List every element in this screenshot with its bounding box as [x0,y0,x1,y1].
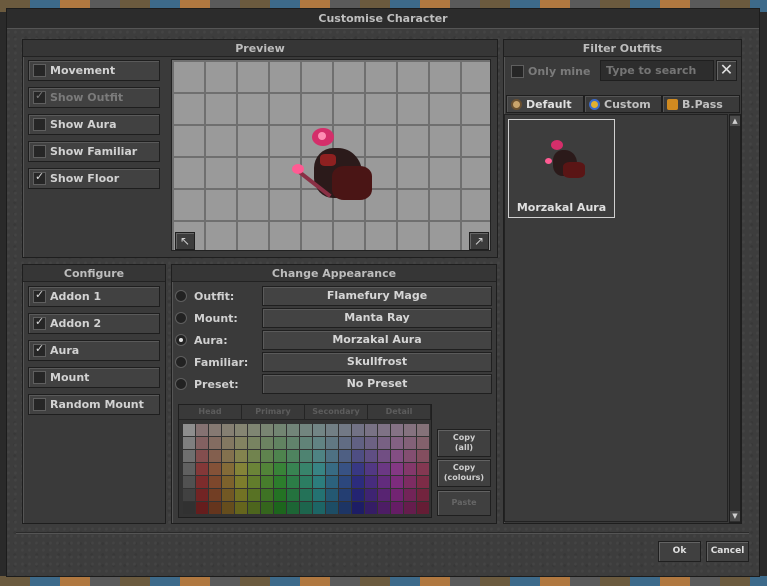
copy-all-label-line1: Copy [452,433,476,442]
preview-option-show-familiar[interactable]: Show Familiar [28,141,160,162]
copy-all-label-line2: (all) [454,443,474,452]
tab-custom[interactable]: Custom [584,95,662,113]
scroll-down-icon[interactable]: ▼ [730,511,740,521]
checkbox-icon [33,64,46,77]
radio-button[interactable] [175,334,187,346]
outfit-card-name: Morzakal Aura [516,201,607,214]
only-mine-checkbox[interactable]: Only mine [507,61,597,82]
checkbox-icon [33,371,46,384]
preview-option-label: Show Aura [50,118,117,131]
preview-option-label: Show Familiar [50,145,138,158]
palette-tab-head[interactable]: Head [179,405,242,420]
appearance-row-aura: Aura: Morzakal Aura [175,330,495,350]
radio-button[interactable] [175,378,187,390]
checkbox-icon [33,89,46,104]
copy-all-button[interactable]: Copy (all) [437,429,491,457]
appearance-label: Outfit: [194,289,235,303]
scroll-up-icon[interactable]: ▲ [730,116,740,126]
window-title: Customise Character [7,9,759,29]
tab-default[interactable]: Default [506,95,584,113]
preview-title: Preview [23,40,497,57]
tab-bpass[interactable]: B.Pass [662,95,740,113]
appearance-label: Familiar: [194,355,249,369]
palette-tab-secondary[interactable]: Secondary [305,405,368,420]
tab-default-label: Default [526,97,572,111]
configure-option-addon-2[interactable]: Addon 2 [28,313,160,334]
appearance-value-button[interactable]: Manta Ray [262,308,492,328]
configure-option-label: Addon 2 [50,317,102,330]
palette-tab-primary[interactable]: Primary [242,405,305,420]
checkbox-icon [33,170,46,185]
tab-bpass-label: B.Pass [682,97,723,111]
configure-option-label: Addon 1 [50,290,102,303]
appearance-value-button[interactable]: Morzakal Aura [262,330,492,350]
change-appearance-title: Change Appearance [172,265,496,282]
copy-colours-label-line2: (colours) [443,473,485,482]
copy-colours-button[interactable]: Copy (colours) [437,459,491,487]
appearance-row-mount: Mount: Manta Ray [175,308,495,328]
checkbox-icon [33,342,46,357]
checkbox-icon [33,315,46,330]
only-mine-box [511,65,524,78]
configure-title: Configure [23,265,165,282]
checkbox-icon [33,288,46,303]
filter-outfits-title: Filter Outfits [504,40,741,57]
configure-option-addon-1[interactable]: Addon 1 [28,286,160,307]
configure-option-label: Aura [50,344,80,357]
appearance-row-outfit: Outfit: Flamefury Mage [175,286,495,306]
clear-search-button[interactable]: ✕ [716,60,737,81]
preview-option-show-aura[interactable]: Show Aura [28,114,160,135]
outfit-search-input[interactable] [600,60,714,81]
appearance-label: Aura: [194,333,228,347]
preview-option-movement[interactable]: Movement [28,60,160,81]
outfit-list-scrollbar[interactable]: ▲ ▼ [729,114,741,523]
cancel-button[interactable]: Cancel [706,541,749,562]
preview-option-show-floor[interactable]: Show Floor [28,168,160,189]
rotate-left-button[interactable]: ↖ [175,232,195,250]
copy-colours-label-line1: Copy [452,463,476,472]
bpass-tab-icon [667,98,678,110]
checkbox-icon [33,398,46,411]
character-sprite [288,126,388,208]
appearance-label: Mount: [194,311,238,325]
configure-option-mount[interactable]: Mount [28,367,160,388]
colour-swatch-grid[interactable] [183,424,429,514]
paste-button[interactable]: Paste [437,490,491,516]
checkbox-icon [33,145,46,158]
appearance-value-button[interactable]: Skullfrost [262,352,492,372]
game-background-bottom [0,576,767,586]
palette-tabs: Head Primary Secondary Detail [179,405,431,420]
configure-option-label: Mount [50,371,90,384]
only-mine-label: Only mine [528,65,591,78]
custom-tab-icon [589,98,600,110]
footer-divider [16,532,749,534]
configure-option-random-mount[interactable]: Random Mount [28,394,160,415]
radio-button[interactable] [175,312,187,324]
appearance-row-preset: Preset: No Preset [175,374,495,394]
preview-option-label: Movement [50,64,116,77]
outfit-card-morzakal-aura[interactable]: Morzakal Aura [508,119,615,218]
preview-area: ↖ ↗ [171,59,491,251]
appearance-row-familiar: Familiar: Skullfrost [175,352,495,372]
tab-custom-label: Custom [604,97,651,111]
radio-button[interactable] [175,290,187,302]
configure-option-label: Random Mount [50,398,144,411]
radio-button[interactable] [175,356,187,368]
rotate-right-button[interactable]: ↗ [469,232,489,250]
outfit-tabs: Default Custom B.Pass [506,95,740,113]
colour-palette: Head Primary Secondary Detail [178,404,432,518]
preview-option-label: Show Outfit [50,91,124,104]
ok-button[interactable]: Ok [658,541,701,562]
configure-option-aura[interactable]: Aura [28,340,160,361]
preview-option-label: Show Floor [50,172,120,185]
appearance-label: Preset: [194,377,239,391]
default-tab-icon [511,98,522,110]
outfit-thumbnail [543,138,593,184]
appearance-value-button[interactable]: Flamefury Mage [262,286,492,306]
checkbox-icon [33,118,46,131]
appearance-value-button[interactable]: No Preset [262,374,492,394]
palette-tab-detail[interactable]: Detail [368,405,431,420]
preview-option-show-outfit: Show Outfit [28,87,160,108]
